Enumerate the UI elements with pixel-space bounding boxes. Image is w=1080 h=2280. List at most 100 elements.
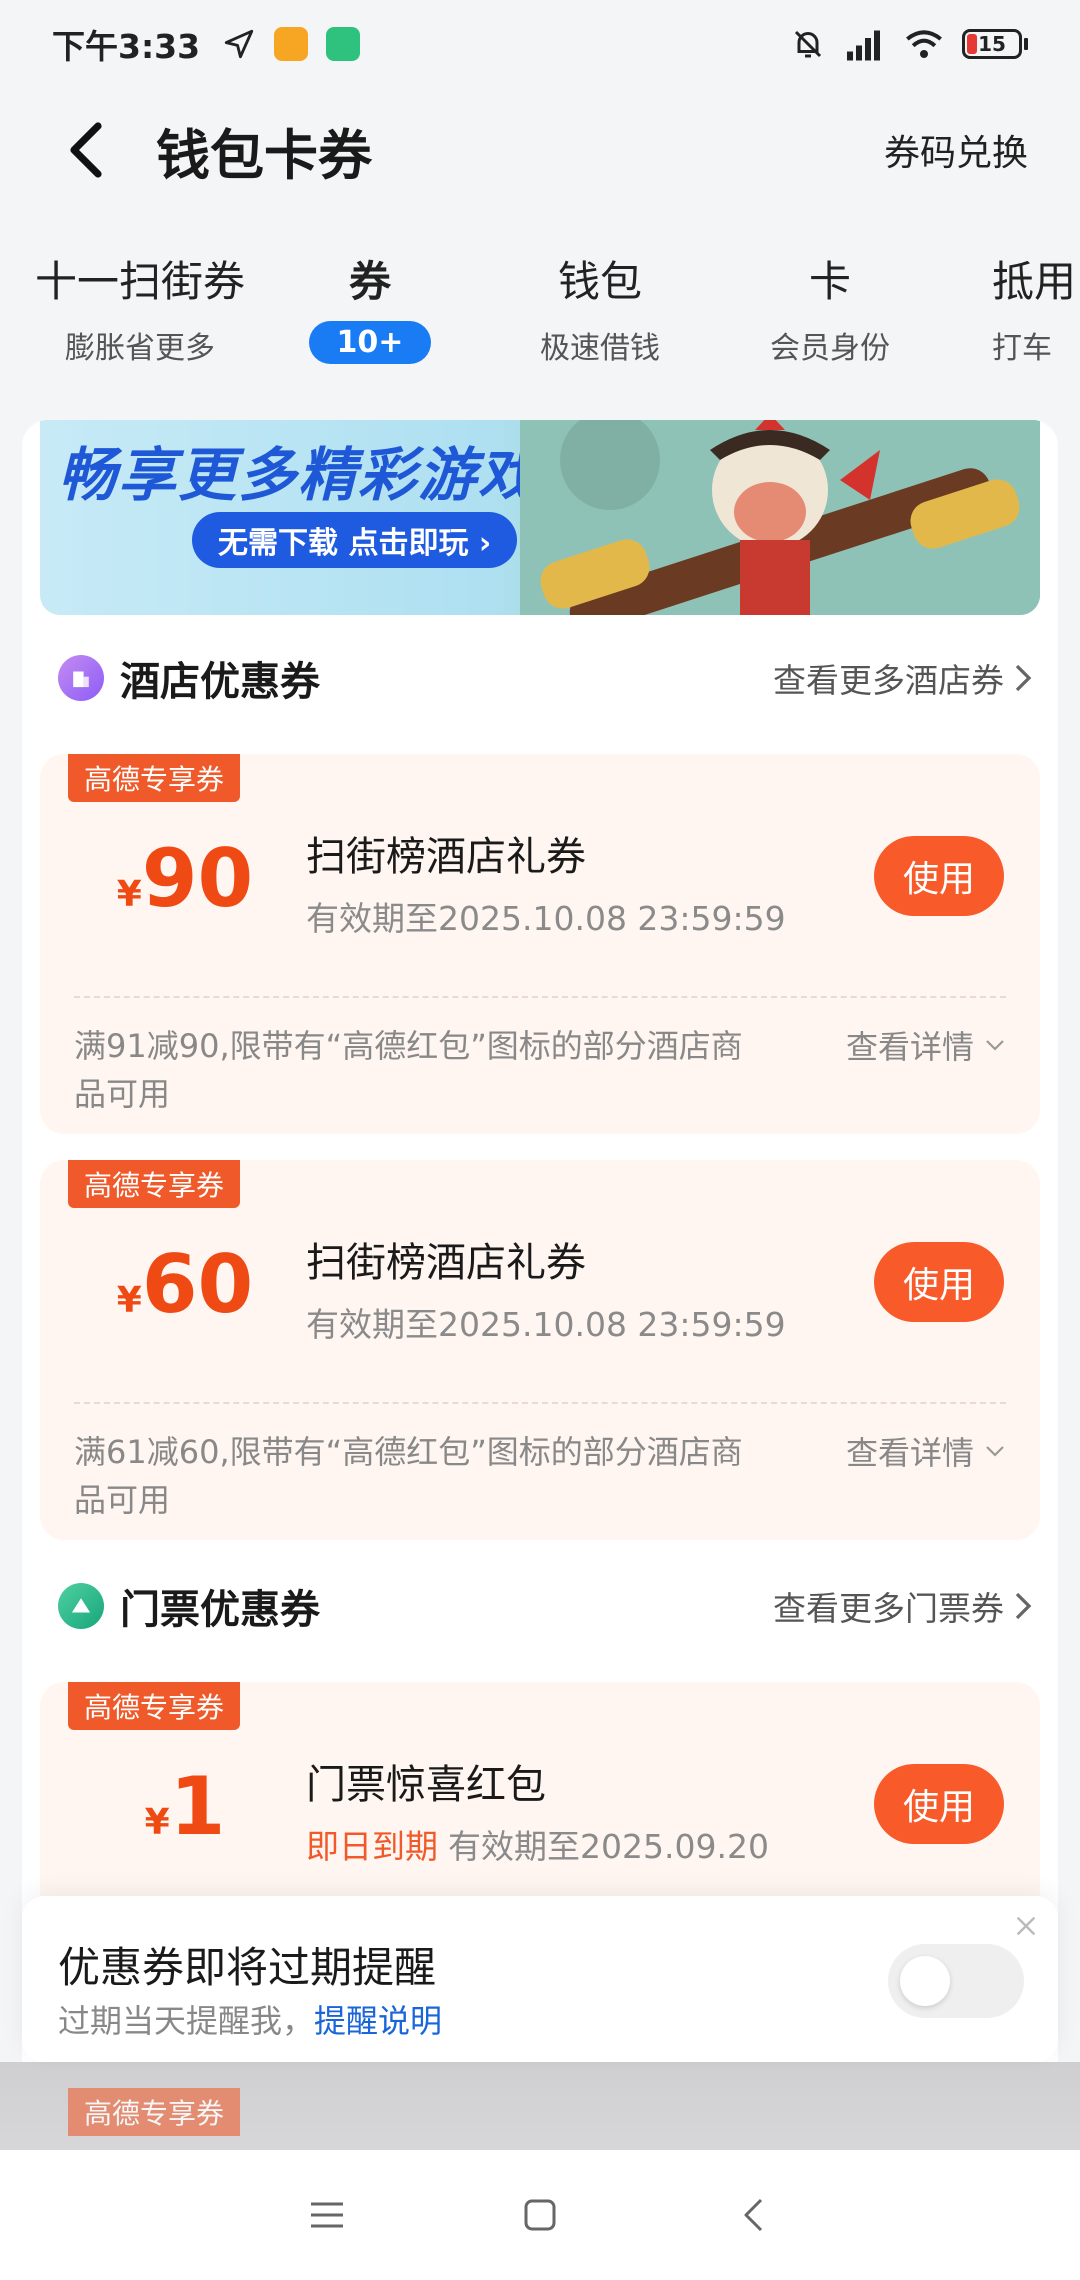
notification-app-icon xyxy=(274,27,309,61)
expiry-reminder-panel: 优惠券即将过期提醒 过期当天提醒我，提醒说明 xyxy=(22,1896,1058,2062)
view-details-button[interactable]: 查看详情 xyxy=(846,1428,1006,1474)
currency-symbol: ¥ xyxy=(116,1280,142,1321)
close-button[interactable] xyxy=(1008,1908,1044,1944)
reminder-toggle[interactable] xyxy=(888,1944,1024,2018)
home-square-icon xyxy=(524,2199,556,2231)
back-nav-button[interactable] xyxy=(713,2175,793,2255)
view-details-button[interactable]: 查看详情 xyxy=(846,1022,1006,1068)
amount-value: 60 xyxy=(141,1238,254,1331)
reminder-title: 优惠券即将过期提醒 xyxy=(58,1943,437,1992)
banner-title: 畅享更多精彩游戏 xyxy=(58,441,539,509)
exclusive-tag: 高德专享券 xyxy=(68,1160,241,1208)
status-time: 下午3:33 xyxy=(52,27,201,66)
coupon-amount: ¥1 xyxy=(80,1760,290,1853)
mute-bell-icon xyxy=(794,30,822,58)
back-button[interactable] xyxy=(46,110,126,190)
status-bar: 下午3:33 15 xyxy=(0,0,1080,88)
chevron-left-icon xyxy=(70,122,102,178)
tab-label: 十一扫街券 xyxy=(34,257,245,306)
tab-sub: 膨胀省更多 xyxy=(65,331,215,366)
tab-label: 券 xyxy=(348,257,391,306)
reminder-info-link[interactable]: 提醒说明 xyxy=(314,2002,442,2040)
amount-value: 90 xyxy=(141,832,254,925)
divider xyxy=(74,1402,1006,1404)
banner-play-button[interactable]: 无需下载 点击即玩 › xyxy=(192,512,518,568)
coupon-description: 满61减60,限带有“高德红包”图标的部分酒店商品可用 xyxy=(74,1433,743,1519)
more-ticket-coupons-link[interactable]: 查看更多门票券 xyxy=(773,1582,1032,1630)
more-hotel-coupons-link[interactable]: 查看更多酒店券 xyxy=(773,654,1032,702)
details-label: 查看详情 xyxy=(845,1028,974,1066)
ticket-section-header: 门票优惠券 查看更多门票券 xyxy=(22,1566,1058,1646)
coupon-validity: 即日到期 有效期至2025.09.20 xyxy=(306,1820,769,1868)
category-tabs: 十一扫街券 膨胀省更多 券 10+ 钱包 极速借钱 卡 会员身份 抵用 打车 xyxy=(0,248,1080,378)
tab-street-coupon[interactable]: 十一扫街券 膨胀省更多 xyxy=(20,248,260,367)
chevron-down-icon xyxy=(986,1040,1004,1051)
exclusive-tag: 高德专享券 xyxy=(68,1682,241,1730)
coupon-amount: ¥60 xyxy=(80,1238,290,1331)
menu-nav-button[interactable] xyxy=(287,2175,367,2255)
divider xyxy=(74,996,1006,998)
coupon-card[interactable]: 高德专享券 ¥90 扫街榜酒店礼券 有效期至2025.10.08 23:59:5… xyxy=(40,754,1040,1134)
tab-wallet[interactable]: 钱包 极速借钱 xyxy=(480,248,720,367)
details-label: 查看详情 xyxy=(845,1434,974,1472)
tab-sub: 打车 xyxy=(992,331,1052,366)
expire-today-label: 即日到期 xyxy=(306,1827,438,1866)
tab-sub: 极速借钱 xyxy=(540,331,660,366)
coupon-title: 门票惊喜红包 xyxy=(306,1762,546,1808)
section-title: 门票优惠券 xyxy=(120,1587,320,1633)
redeem-code-button[interactable]: 券码兑换 xyxy=(884,124,1028,176)
coupon-validity: 有效期至2025.10.08 23:59:59 xyxy=(306,899,786,938)
exclusive-tag-faded: 高德专享券 xyxy=(68,2088,241,2136)
notification-app-icon-2 xyxy=(326,27,361,61)
coupon-title: 扫街榜酒店礼券 xyxy=(306,834,586,880)
coupon-card[interactable]: 高德专享券 ¥60 扫街榜酒店礼券 有效期至2025.10.08 23:59:5… xyxy=(40,1160,1040,1540)
more-link-label: 查看更多酒店券 xyxy=(773,661,1004,700)
tab-label: 钱包 xyxy=(557,257,642,306)
exclusive-tag: 高德专享券 xyxy=(68,754,241,802)
coupon-description: 满91减90,限带有“高德红包”图标的部分酒店商品可用 xyxy=(74,1027,743,1113)
header: 钱包卡券 券码兑换 xyxy=(0,100,1080,200)
coupon-list[interactable]: 畅享更多精彩游戏 无需下载 点击即玩 › 酒店优惠券 查看更多酒店券 高德专享券 xyxy=(22,420,1058,2140)
reminder-subtitle: 过期当天提醒我，提醒说明 xyxy=(58,1996,442,2042)
wifi-icon xyxy=(906,30,942,58)
back-triangle-icon xyxy=(744,2198,763,2232)
coupon-title: 扫街榜酒店礼券 xyxy=(306,1240,586,1286)
section-title: 酒店优惠券 xyxy=(120,659,320,705)
tab-vouchers[interactable]: 抵用 打车 xyxy=(940,248,1080,367)
home-nav-button[interactable] xyxy=(500,2175,580,2255)
close-icon xyxy=(1016,1916,1036,1936)
chevron-right-icon xyxy=(1015,1592,1032,1620)
system-nav-bar xyxy=(0,2150,1080,2280)
hotel-section-header: 酒店优惠券 查看更多酒店券 xyxy=(22,638,1058,718)
location-arrow-icon xyxy=(224,29,254,59)
tab-coupons[interactable]: 券 10+ xyxy=(250,248,490,364)
currency-symbol: ¥ xyxy=(116,874,142,915)
monkey-king-illustration xyxy=(520,420,1040,615)
battery-icon: 15 xyxy=(962,29,1028,59)
reminder-sub-text: 过期当天提醒我， xyxy=(58,2002,315,2040)
tab-label: 抵用 xyxy=(992,257,1077,306)
coupon-amount: ¥90 xyxy=(80,832,290,925)
toggle-knob xyxy=(900,1956,950,2006)
validity-date: 有效期至2025.09.20 xyxy=(448,1827,769,1866)
more-link-label: 查看更多门票券 xyxy=(773,1589,1004,1628)
amount-value: 1 xyxy=(169,1760,226,1853)
hotel-icon xyxy=(58,655,104,701)
chevron-down-icon xyxy=(986,1446,1004,1457)
chevron-right-icon xyxy=(1015,664,1032,692)
game-banner[interactable]: 畅享更多精彩游戏 无需下载 点击即玩 › xyxy=(40,420,1040,615)
battery-level: 15 xyxy=(978,32,1006,56)
tab-cards[interactable]: 卡 会员身份 xyxy=(710,248,950,367)
ticket-icon xyxy=(58,1583,104,1629)
menu-icon xyxy=(310,2202,343,2228)
use-button[interactable]: 使用 xyxy=(874,836,1004,916)
coupon-validity: 有效期至2025.10.08 23:59:59 xyxy=(306,1305,786,1344)
tab-sub: 会员身份 xyxy=(770,331,890,366)
tab-label: 卡 xyxy=(808,257,851,306)
page-title: 钱包卡券 xyxy=(156,123,372,187)
tab-count-badge: 10+ xyxy=(308,321,432,364)
signal-icon xyxy=(847,30,880,61)
use-button[interactable]: 使用 xyxy=(874,1242,1004,1322)
currency-symbol: ¥ xyxy=(144,1802,170,1843)
use-button[interactable]: 使用 xyxy=(874,1764,1004,1844)
